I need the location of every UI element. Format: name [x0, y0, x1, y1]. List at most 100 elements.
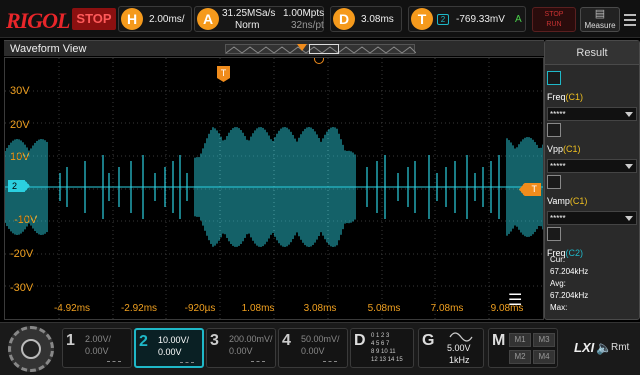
result-value[interactable]: ***** — [547, 107, 637, 121]
channel-scale: 10.00V/ — [158, 335, 190, 345]
acquire-icon: A — [197, 8, 219, 30]
digital-row: 12 13 14 15 — [371, 357, 403, 363]
speaker-icon[interactable]: 🔈 — [596, 340, 612, 356]
result-value[interactable]: ***** — [547, 211, 637, 225]
math-box[interactable]: M M1 M3 M2 M4 — [488, 328, 558, 368]
channel-scale: 200.00mV/ — [229, 334, 273, 344]
lxi-status: LXI — [574, 340, 595, 355]
horizontal-panel[interactable]: H 2.00ms/ — [118, 6, 192, 32]
run-stop-label-2: RUN — [546, 21, 562, 28]
math-m4-button[interactable]: M4 — [533, 350, 555, 364]
delay-icon: D — [333, 8, 355, 30]
result-source: (C1) — [569, 196, 588, 206]
math-m2-button[interactable]: M2 — [509, 350, 531, 364]
y-label-10: 10V — [10, 151, 30, 163]
coupling-icon — [107, 361, 121, 362]
channel-2-box[interactable]: 2 10.00V/ 0.00V — [134, 328, 204, 368]
menu-icon[interactable] — [624, 11, 636, 27]
oscilloscope-screen: RIGOL STOP H 2.00ms/ A 31.25MSa/s Norm 1… — [0, 0, 640, 375]
ruler-icon: ▤ — [594, 8, 606, 20]
generator-box[interactable]: G 5.00V 1kHz — [418, 328, 484, 368]
run-stop-button[interactable]: STOP RUN — [532, 7, 576, 32]
run-stop-label-1: STOP — [544, 11, 564, 18]
math-m3-button[interactable]: M3 — [533, 333, 555, 347]
result-source: (C1) — [563, 144, 581, 154]
trigger-position-pointer — [297, 44, 307, 51]
result-value[interactable]: ***** — [547, 159, 637, 173]
measure-icon — [547, 227, 561, 241]
digital-channels-box[interactable]: D 0 1 2 3 4 5 6 7 8 9 10 11 12 13 14 15 — [350, 328, 414, 368]
measure-icon — [547, 71, 561, 85]
run-state-indicator: STOP — [72, 8, 116, 30]
waveform-grid[interactable] — [4, 57, 544, 320]
trigger-coupling: A — [515, 14, 522, 25]
channel-offset: 0.00V — [229, 346, 253, 356]
channel-offset: 0.00V — [85, 346, 109, 356]
channel-number: 3 — [210, 332, 219, 349]
list-menu-icon[interactable]: ☰ — [508, 292, 532, 310]
trigger-panel[interactable]: T -769.33mV A — [408, 6, 526, 32]
result-source: (C1) — [565, 92, 584, 102]
channel-offset: 0.00V — [301, 346, 325, 356]
channel-4-box[interactable]: 4 50.00mV/ 0.00V — [278, 328, 348, 368]
horizontal-icon: H — [121, 8, 143, 30]
result-name: Freq — [547, 92, 566, 102]
waveform-view-title: Waveform View — [10, 43, 87, 55]
channel-1-box[interactable]: 1 2.00V/ 0.00V — [62, 328, 132, 368]
sine-wave-icon — [449, 332, 473, 342]
coupling-icon — [323, 361, 337, 362]
delay-panel[interactable]: D 3.08ms — [330, 6, 402, 32]
generator-letter: G — [422, 332, 435, 349]
stat-avg-label: Avg: — [550, 279, 566, 288]
x-label-3: -920µs — [184, 303, 216, 314]
measure-button[interactable]: ▤ Measure — [580, 7, 620, 32]
memory-position-strip[interactable] — [225, 44, 416, 54]
trigger-source-badge: 2 — [437, 14, 449, 25]
digital-letter: D — [354, 332, 366, 349]
stat-cur-label: Cur: — [550, 255, 566, 264]
result-item-freq-c1[interactable]: Freq(C1) ***** — [547, 71, 637, 121]
waveform-canvas — [5, 58, 543, 319]
x-label-5: 3.08ms — [303, 303, 337, 314]
acquire-panel[interactable]: A 31.25MSa/s Norm 1.00Mpts 32ns/pt — [194, 6, 324, 32]
y-label-neg20: -20V — [10, 248, 34, 260]
generator-frequency: 1kHz — [449, 355, 470, 365]
home-gear-icon[interactable] — [8, 326, 54, 372]
measure-icon — [547, 175, 561, 189]
y-label-neg10: -10V — [14, 214, 38, 226]
trigger-icon: T — [411, 8, 433, 30]
x-label-7: 7.08ms — [430, 303, 464, 314]
y-label-30: 30V — [10, 85, 30, 97]
channel-scale: 2.00V/ — [85, 334, 112, 344]
acquire-mode: Norm — [235, 20, 260, 31]
brand-logo: RIGOL — [6, 8, 70, 33]
result-source: (C2) — [565, 248, 584, 258]
stat-max-label: Max: — [550, 303, 568, 312]
top-status-bar: RIGOL STOP H 2.00ms/ A 31.25MSa/s Norm 1… — [0, 0, 640, 38]
channel-3-box[interactable]: 3 200.00mV/ 0.00V — [206, 328, 276, 368]
memory-window[interactable] — [309, 44, 339, 54]
y-label-neg30: -30V — [10, 282, 34, 294]
stat-avg-value: 67.204kHz — [550, 291, 589, 300]
generator-amplitude: 5.00V — [447, 343, 471, 353]
result-panel-title: Result — [545, 41, 639, 65]
channel-number: 2 — [139, 333, 148, 350]
time-per-point: 32ns/pt — [291, 20, 324, 31]
result-name: Vamp — [547, 196, 570, 206]
x-label-1: -4.92ms — [53, 303, 91, 314]
math-m1-button[interactable]: M1 — [509, 333, 531, 347]
digital-row: 0 1 2 3 — [371, 333, 390, 339]
remote-status: Rmt — [611, 342, 630, 353]
chevron-down-icon — [625, 216, 633, 221]
result-item-vpp-c1[interactable]: Vpp(C1) ***** — [547, 123, 637, 173]
result-item-vamp-c1[interactable]: Vamp(C1) ***** — [547, 175, 637, 225]
x-label-6: 5.08ms — [367, 303, 401, 314]
chevron-down-icon — [625, 164, 633, 169]
y-label-20: 20V — [10, 119, 30, 131]
math-letter: M — [492, 332, 506, 349]
x-label-4: 1.08ms — [241, 303, 275, 314]
chevron-down-icon — [625, 112, 633, 117]
measure-icon — [547, 123, 561, 137]
trigger-level: -769.33mV — [456, 14, 505, 25]
channel-number: 4 — [282, 332, 291, 349]
